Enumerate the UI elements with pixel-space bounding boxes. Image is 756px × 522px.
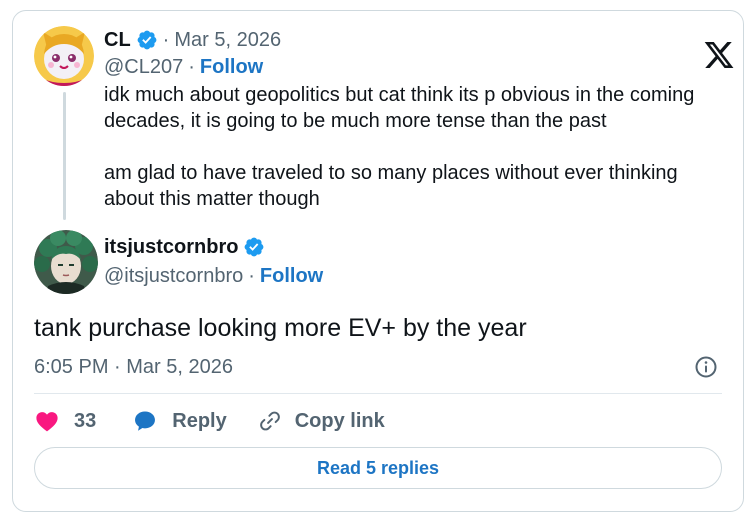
author-name[interactable]: itsjustcornbro <box>104 236 238 259</box>
separator-dot: · <box>162 28 170 51</box>
action-bar: 33 Reply Copy link <box>34 406 385 436</box>
avatar[interactable] <box>34 26 94 86</box>
tweet-timestamp[interactable]: 6:05 PM · Mar 5, 2026 <box>34 355 233 379</box>
author-handle[interactable]: @itsjustcornbro <box>104 265 243 288</box>
speech-bubble-icon <box>135 411 156 431</box>
author-name[interactable]: CL <box>104 29 131 52</box>
reply-label: Reply <box>172 409 227 432</box>
reply-author-row: itsjustcornbro <box>104 234 265 260</box>
follow-button[interactable]: Follow <box>200 56 263 79</box>
avatar[interactable] <box>34 230 98 294</box>
separator-dot: · <box>188 55 195 78</box>
thread-connector-line <box>63 92 66 220</box>
author-handle[interactable]: @CL207 <box>104 56 183 79</box>
info-icon[interactable] <box>694 355 718 379</box>
anime-avatar-icon <box>34 230 98 294</box>
read-replies-button[interactable]: Read 5 replies <box>34 447 722 489</box>
parent-handle-row: @CL207 · Follow <box>104 55 263 79</box>
like-count: 33 <box>74 409 97 432</box>
copy-link-label: Copy link <box>294 409 385 432</box>
x-logo-icon[interactable] <box>703 39 735 71</box>
verified-badge-icon <box>245 237 264 257</box>
link-icon <box>259 411 280 431</box>
verified-badge-icon <box>137 30 157 50</box>
parent-author-row: CL · Mar 5, 2026 <box>104 28 281 52</box>
reply-button[interactable]: Reply <box>132 408 227 434</box>
tweet-date[interactable]: Mar 5, 2026 <box>174 29 281 52</box>
parent-tweet-text: idk much about geopolitics but cat think… <box>104 82 724 212</box>
heart-icon <box>36 412 58 432</box>
follow-button[interactable]: Follow <box>260 265 323 288</box>
tweet-paragraph: am glad to have traveled to so many plac… <box>104 162 678 210</box>
divider <box>34 393 722 394</box>
tweet-paragraph: idk much about geopolitics but cat think… <box>104 84 695 132</box>
like-button[interactable]: 33 <box>34 408 96 434</box>
separator-dot: · <box>248 264 255 287</box>
cat-avatar-icon <box>34 26 94 86</box>
reply-handle-row: @itsjustcornbro · Follow <box>104 263 323 289</box>
copy-link-button[interactable]: Copy link <box>257 408 385 434</box>
reply-tweet-text: tank purchase looking more EV+ by the ye… <box>34 314 527 342</box>
